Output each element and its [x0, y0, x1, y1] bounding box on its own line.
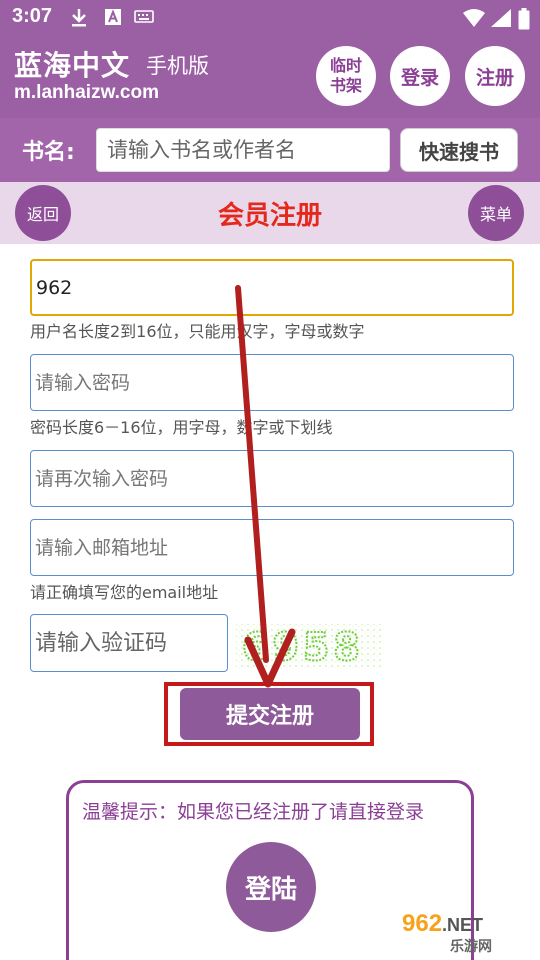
submit-register-button[interactable]: 提交注册 — [180, 688, 360, 740]
menu-button[interactable]: 菜单 — [468, 185, 524, 241]
page-title: 会员注册 — [217, 201, 322, 231]
site-header: 蓝海中文 手机版 m.lanhaizw.com 临时 书架 登录 注册 — [0, 36, 540, 118]
email-input[interactable] — [30, 519, 514, 576]
temp-bookshelf-button[interactable]: 临时 书架 — [316, 46, 376, 106]
watermark-logo: 962.NET 乐游网 — [402, 910, 536, 956]
download-icon — [72, 9, 86, 27]
search-label: 书名: — [22, 140, 75, 165]
status-time: 3:07 — [12, 5, 53, 27]
confirm-password-input[interactable] — [30, 450, 514, 507]
site-url: m.lanhaizw.com — [14, 82, 159, 103]
signal-icon — [491, 9, 511, 27]
captcha-image[interactable]: 6958 — [234, 622, 384, 670]
page-titlebar: 返回 会员注册 菜单 — [0, 182, 540, 244]
username-input[interactable] — [30, 259, 514, 316]
temp-bookshelf-label-1: 临时 — [329, 56, 362, 75]
login-button[interactable]: 登录 — [390, 46, 450, 106]
search-bar: 书名: 快速搜书 — [0, 118, 540, 182]
watermark-site: 乐游网 — [450, 939, 492, 955]
watermark-number: 962 — [402, 910, 443, 937]
password-input[interactable] — [30, 354, 514, 411]
password-hint: 密码长度6－16位，用字母，数字或下划线 — [30, 418, 333, 437]
captcha-text: 6958 — [242, 625, 364, 669]
site-title: 蓝海中文 — [14, 49, 131, 82]
search-input[interactable] — [96, 128, 390, 172]
quick-search-button[interactable]: 快速搜书 — [400, 128, 518, 172]
email-hint: 请正确填写您的email地址 — [30, 583, 219, 602]
tip-text: 温馨提示：如果您已经注册了请直接登录 — [82, 801, 425, 823]
wifi-icon — [463, 9, 485, 27]
username-hint: 用户名长度2到16位，只能用汉字，字母或数字 — [30, 322, 365, 341]
captcha-input[interactable] — [30, 614, 228, 672]
direct-login-button[interactable]: 登陆 — [226, 842, 316, 932]
battery-icon — [518, 8, 530, 30]
temp-bookshelf-label-2: 书架 — [329, 76, 362, 95]
text-a-icon — [105, 9, 121, 25]
status-bar: 3:07 — [0, 0, 540, 36]
register-button[interactable]: 注册 — [465, 46, 525, 106]
site-subtitle: 手机版 — [146, 54, 209, 78]
watermark-net: .NET — [442, 915, 484, 935]
keyboard-icon — [134, 10, 154, 23]
